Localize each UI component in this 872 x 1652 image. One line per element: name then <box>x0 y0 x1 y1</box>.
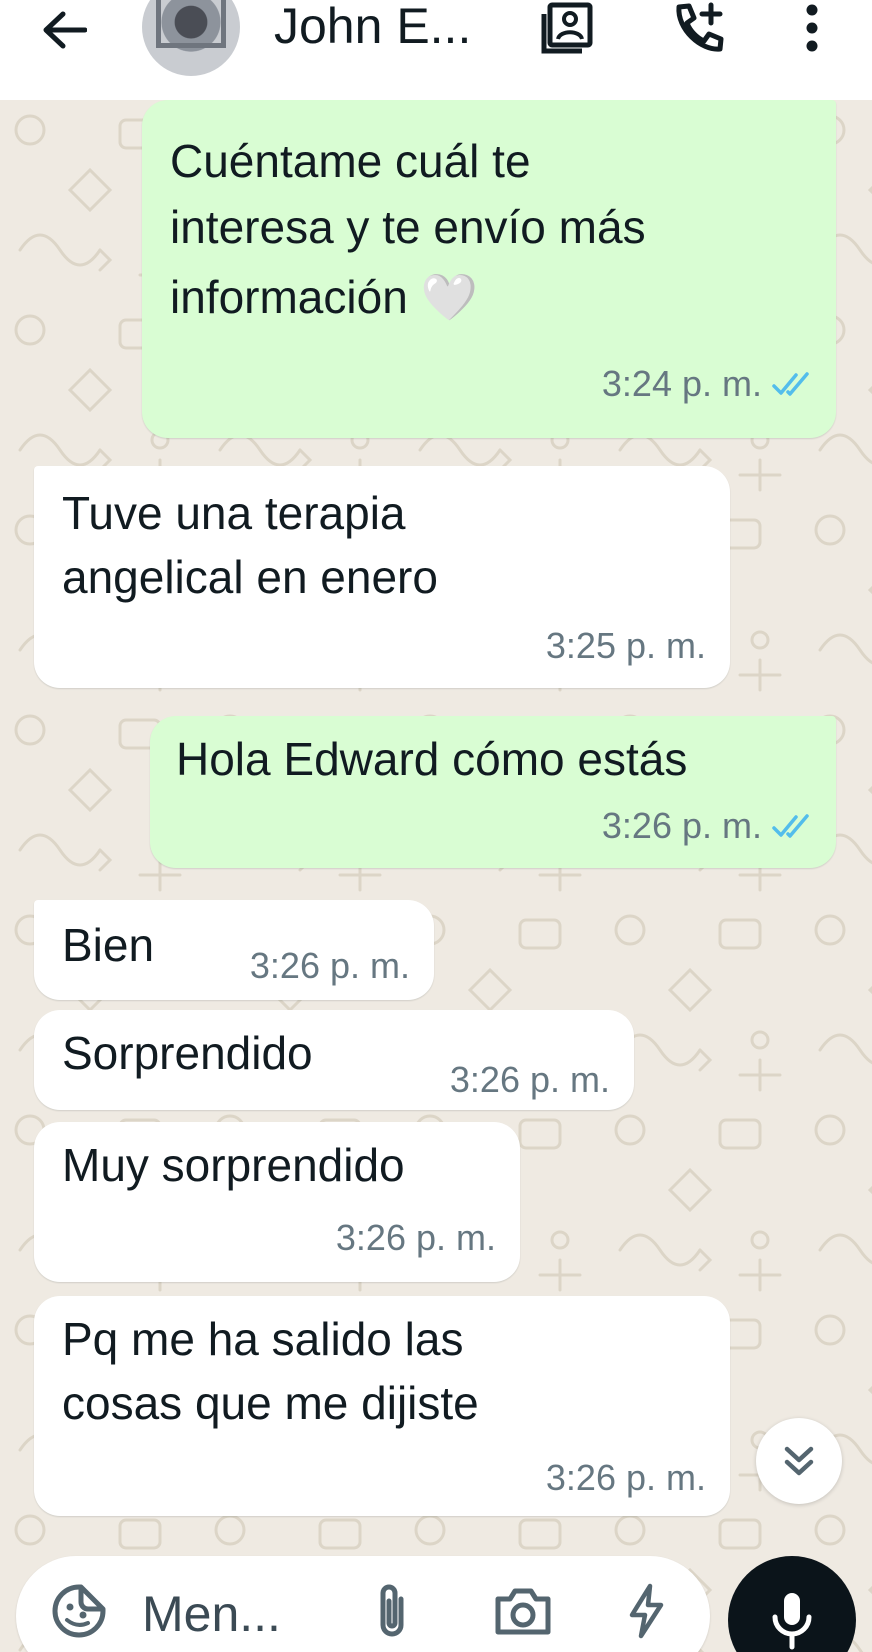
message-time: 3:26 p. m. <box>335 1217 496 1258</box>
message-text: Tuve una terapia <box>62 487 406 539</box>
message-incoming[interactable]: Muy sorprendido 3:26 p. m. <box>34 1122 520 1282</box>
message-time: 3:26 p. m. <box>449 1059 610 1100</box>
camera-button[interactable] <box>488 1578 558 1644</box>
add-call-icon <box>676 2 724 52</box>
scroll-to-bottom-button[interactable] <box>756 1418 842 1504</box>
sticker-icon <box>52 1584 106 1638</box>
message-text: cosas que me dijiste <box>62 1377 479 1429</box>
message-text: Muy sorprendido <box>62 1139 405 1191</box>
microphone-icon <box>772 1593 812 1650</box>
quick-reply-button[interactable] <box>616 1578 676 1644</box>
message-text: Bien <box>62 919 155 971</box>
message-text: Sorprendido <box>62 1027 313 1079</box>
message-text: Hola Edward cómo estás <box>176 733 688 785</box>
message-meta: 3:26 p. m. <box>450 1060 610 1100</box>
contact-card-button[interactable] <box>536 0 600 56</box>
back-button[interactable] <box>34 4 94 56</box>
message-meta: 3:24 p. m. <box>602 364 812 404</box>
message-time: 3:26 p. m. <box>545 1457 706 1498</box>
message-outgoing[interactable]: Cuéntame cuál te interesa y te envío más… <box>142 100 836 438</box>
message-input[interactable] <box>142 1582 332 1646</box>
message-text: información 🤍 <box>170 271 478 323</box>
more-vertical-icon <box>806 4 818 52</box>
lightning-icon <box>629 1583 664 1639</box>
camera-icon <box>495 1588 551 1635</box>
message-meta: 3:26 p. m. <box>546 1458 706 1498</box>
message-incoming[interactable]: Pq me ha salido las cosas que me dijiste… <box>34 1296 730 1516</box>
message-time: 3:26 p. m. <box>249 945 410 986</box>
chevron-double-down-icon <box>784 1446 814 1476</box>
message-text: Pq me ha salido las <box>62 1313 464 1365</box>
message-text: angelical en enero <box>62 551 438 603</box>
message-meta: 3:26 p. m. <box>602 806 812 846</box>
paperclip-icon <box>380 1584 404 1637</box>
message-incoming[interactable]: Tuve una terapia angelical en enero 3:25… <box>34 466 730 688</box>
message-meta: 3:26 p. m. <box>250 946 410 986</box>
more-options-button[interactable] <box>790 0 834 56</box>
message-meta: 3:25 p. m. <box>546 626 706 666</box>
contact-name[interactable]: John E... <box>274 0 471 54</box>
contact-card-icon <box>541 2 593 54</box>
arrow-left-icon <box>43 11 87 49</box>
message-outgoing[interactable]: Hola Edward cómo estás 3:26 p. m. <box>150 716 836 868</box>
avatar[interactable] <box>142 0 240 76</box>
message-time: 3:25 p. m. <box>545 625 706 666</box>
sticker-button[interactable] <box>46 1578 112 1644</box>
read-receipt-icon <box>772 814 809 838</box>
chat-area[interactable]: Cuéntame cuál te interesa y te envío más… <box>0 100 872 1652</box>
message-time: 3:24 p. m. <box>601 363 762 404</box>
message-text: interesa y te envío más <box>170 201 646 253</box>
read-receipt-icon <box>772 372 809 396</box>
add-call-button[interactable] <box>666 0 730 56</box>
attach-button[interactable] <box>362 1578 422 1644</box>
message-time: 3:26 p. m. <box>601 805 762 846</box>
message-incoming[interactable]: Bien 3:26 p. m. <box>34 900 434 1000</box>
message-meta: 3:26 p. m. <box>336 1218 496 1258</box>
message-composer <box>16 1556 710 1652</box>
message-incoming[interactable]: Sorprendido 3:26 p. m. <box>34 1010 634 1110</box>
message-text: Cuéntame cuál te <box>170 135 531 187</box>
chat-header: John E... <box>0 0 872 100</box>
